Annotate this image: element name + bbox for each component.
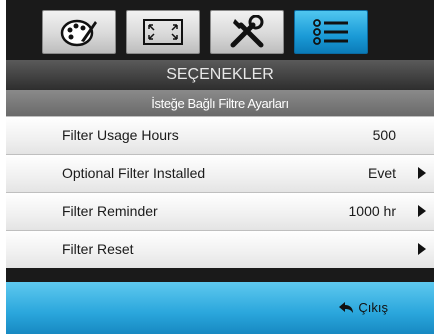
menu-title: SEÇENEKLER <box>6 60 434 90</box>
row-filter-reset[interactable]: Filter Reset <box>6 230 434 268</box>
row-label: Filter Reminder <box>62 203 158 219</box>
row-value: 500 <box>372 127 396 143</box>
row-label: Filter Reset <box>62 241 134 257</box>
screen-resize-icon <box>141 17 185 47</box>
menu-subtitle: İsteğe Bağlı Filtre Ayarları <box>6 90 434 116</box>
exit-label: Çıkış <box>358 300 388 315</box>
menu-subtitle-text: İsteğe Bağlı Filtre Ayarları <box>151 95 289 111</box>
menu-footer: Çıkış <box>6 282 434 334</box>
row-filter-usage-hours[interactable]: Filter Usage Hours 500 <box>6 116 434 154</box>
tab-image[interactable] <box>42 10 116 54</box>
chevron-right-icon[interactable] <box>418 167 426 179</box>
row-filter-reminder[interactable]: Filter Reminder 1000 hr <box>6 192 434 230</box>
osd-menu: SEÇENEKLER İsteğe Bağlı Filtre Ayarları … <box>6 0 434 334</box>
row-value: 1000 hr <box>348 203 396 219</box>
list-menu-icon <box>311 16 351 48</box>
tab-display[interactable] <box>126 10 200 54</box>
chevron-right-icon[interactable] <box>418 205 426 217</box>
row-optional-filter-installed[interactable]: Optional Filter Installed Evet <box>6 154 434 192</box>
back-arrow-icon <box>338 301 354 314</box>
menu-tabs <box>32 4 408 58</box>
row-label: Filter Usage Hours <box>62 127 179 143</box>
row-label: Optional Filter Installed <box>62 165 206 181</box>
palette-icon <box>59 15 99 49</box>
exit-button[interactable]: Çıkış <box>338 300 388 315</box>
chevron-right-icon[interactable] <box>418 243 426 255</box>
settings-list: Filter Usage Hours 500 Optional Filter I… <box>6 116 434 268</box>
row-value: Evet <box>367 165 396 181</box>
tab-options[interactable] <box>294 10 368 54</box>
menu-title-text: SEÇENEKLER <box>166 66 274 83</box>
tab-setup[interactable] <box>210 10 284 54</box>
tools-icon <box>227 15 267 49</box>
